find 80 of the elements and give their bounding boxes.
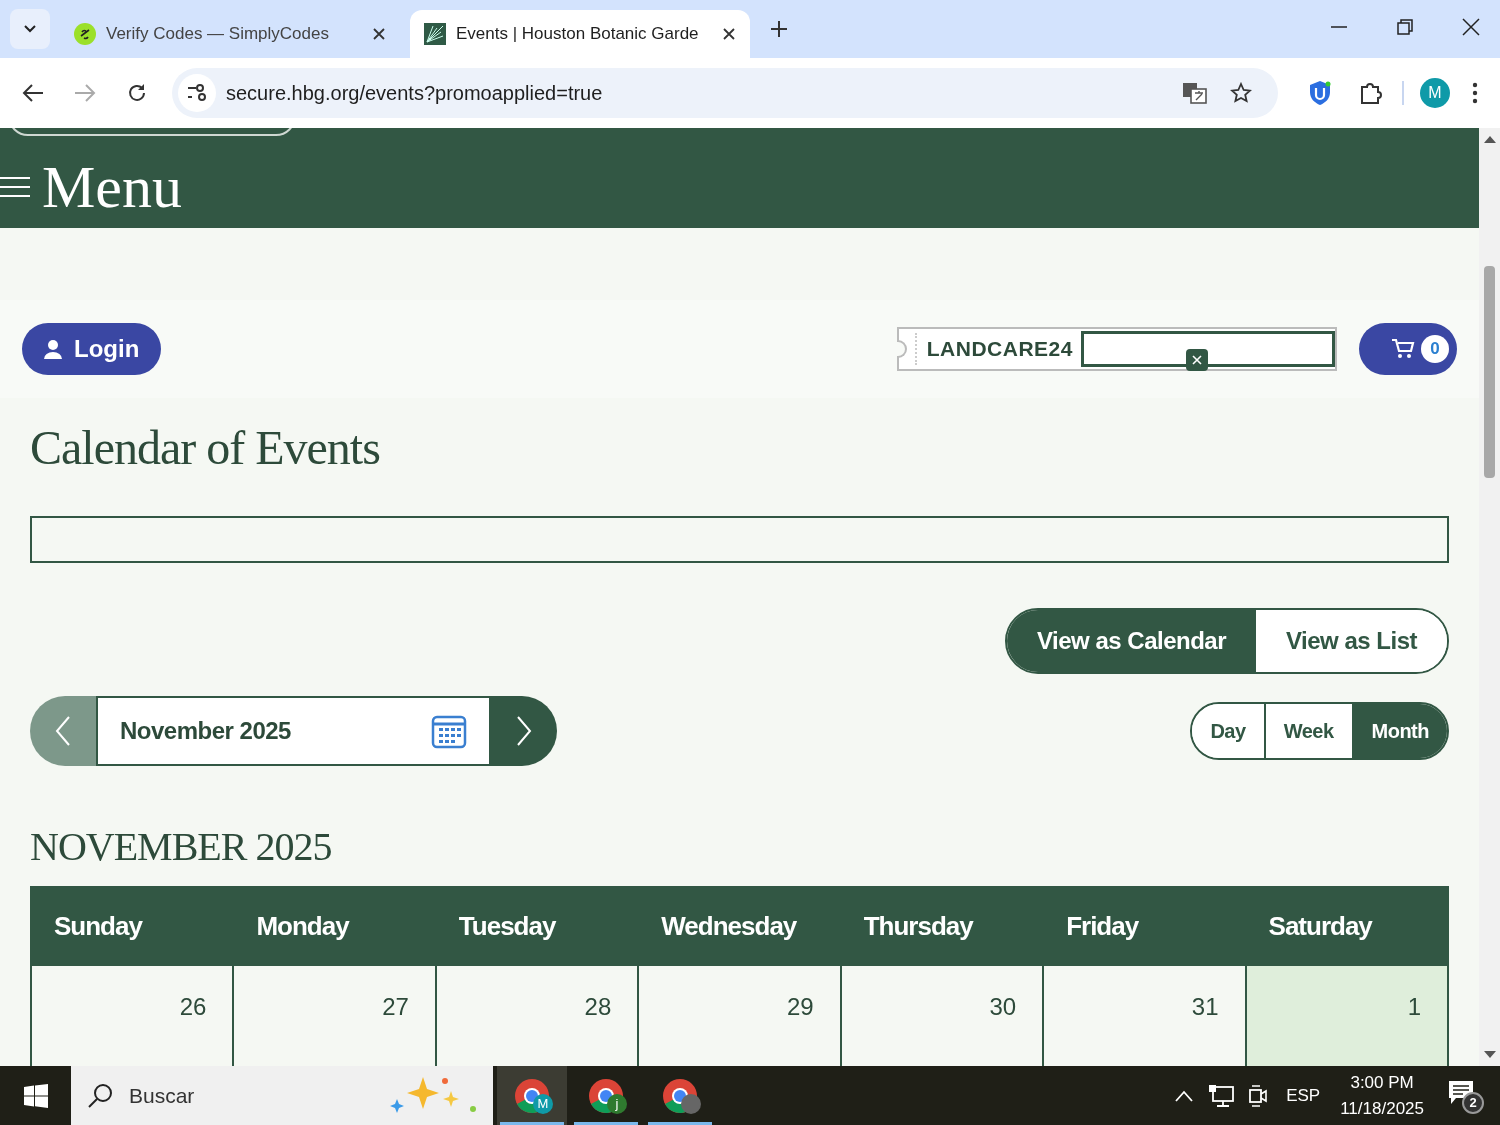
reload-icon[interactable] — [126, 82, 148, 104]
back-icon[interactable] — [22, 83, 44, 103]
promo-code: LANDCARE24 — [926, 336, 1073, 362]
shield-icon[interactable] — [1308, 80, 1332, 106]
chevron-right-icon — [516, 715, 532, 747]
month-field[interactable]: November 2025 — [96, 696, 491, 766]
menu-icon — [0, 174, 30, 199]
day-cell[interactable]: 27 — [234, 966, 435, 1066]
restore-icon[interactable] — [1396, 18, 1414, 36]
search-field[interactable] — [30, 516, 1449, 563]
month-field-text: November 2025 — [120, 716, 292, 746]
scrollbar[interactable] — [1479, 128, 1500, 1066]
leaf-icon — [424, 23, 446, 45]
cart-icon — [1391, 337, 1415, 360]
language-indicator[interactable]: ESP — [1286, 1082, 1321, 1109]
app-badge: j — [607, 1094, 627, 1114]
range-tab[interactable]: Day — [1192, 704, 1264, 758]
chevron-up-icon[interactable] — [1174, 1089, 1195, 1102]
search-placeholder: Buscar — [129, 1082, 196, 1109]
puzzle-icon[interactable] — [1358, 81, 1382, 105]
promo-input-field[interactable] — [1080, 330, 1335, 367]
network-icon[interactable] — [1208, 1083, 1235, 1108]
view-toggle[interactable]: View as Calendar — [1007, 610, 1257, 672]
next-month-button[interactable] — [491, 696, 557, 766]
time: 3:00 PM — [1350, 1071, 1414, 1094]
cart-button[interactable]: 0 — [1359, 322, 1457, 375]
weekday-header: Wednesday — [661, 909, 797, 943]
close-icon[interactable] — [722, 27, 736, 41]
notification-count: 2 — [1462, 1091, 1484, 1114]
calendar-icon[interactable] — [431, 713, 467, 749]
address-bar[interactable]: secure.hbg.org/events?promoapplied=true — [172, 68, 1278, 118]
tab-title: Events | Houston Botanic Garde — [456, 23, 700, 46]
chevron-left-icon — [55, 715, 71, 747]
weekday-header: Friday — [1066, 909, 1139, 943]
avatar-icon — [681, 1094, 701, 1114]
remove-code-button[interactable] — [1186, 348, 1208, 371]
notifications-button[interactable]: 2 — [1448, 1075, 1482, 1116]
range-tab[interactable]: Month — [1351, 704, 1447, 758]
day-cell[interactable]: 29 — [639, 966, 840, 1066]
close-icon[interactable] — [372, 27, 386, 41]
weekday-header: Tuesday — [458, 909, 556, 943]
search-icon — [87, 1082, 113, 1109]
weekday-header: Monday — [256, 909, 349, 943]
user-icon — [44, 338, 62, 359]
cart-count: 0 — [1421, 334, 1449, 363]
page-heading: Calendar of Events — [30, 420, 381, 476]
view-toggle[interactable]: View as List — [1256, 610, 1447, 672]
day-cell[interactable]: 30 — [841, 966, 1043, 1066]
date: 11/18/2025 — [1340, 1097, 1424, 1120]
translate-icon[interactable] — [1182, 81, 1208, 105]
weekday-header: Saturday — [1268, 909, 1372, 943]
browser-tab[interactable]: Events | Houston Botanic Garde — [410, 10, 750, 58]
clock[interactable]: 3:00 PM 11/18/2025 — [1340, 1069, 1424, 1122]
weekday-header: Sunday — [54, 909, 142, 943]
star-icon[interactable] — [1230, 82, 1252, 104]
close-icon — [1192, 354, 1202, 365]
tab-title: Verify Codes — SimplyCodes — [106, 23, 330, 46]
site-info-icon[interactable] — [178, 74, 216, 112]
day-cell[interactable]: 31 — [1044, 966, 1245, 1066]
chevron-down-icon — [23, 24, 37, 34]
new-tab-icon[interactable] — [770, 20, 788, 38]
close-icon[interactable] — [1462, 18, 1480, 36]
month-title: NOVEMBER 2025 — [30, 824, 333, 870]
login-button[interactable]: Login — [22, 322, 162, 375]
range-tab[interactable]: Week — [1263, 704, 1352, 758]
menu-button[interactable]: Menu — [0, 151, 182, 222]
weekday-header: Thursday — [863, 909, 973, 943]
camera-icon[interactable] — [1248, 1082, 1269, 1109]
link-icon — [74, 23, 96, 45]
previous-month-button[interactable] — [30, 696, 96, 766]
app-badge: M — [533, 1094, 553, 1114]
browser-tab[interactable]: Verify Codes — SimplyCodes — [60, 10, 400, 58]
url-text: secure.hbg.org/events?promoapplied=true — [226, 81, 604, 106]
taskbar-app[interactable]: j — [571, 1066, 641, 1125]
more-icon[interactable] — [1472, 82, 1478, 104]
day-cell[interactable]: 26 — [32, 966, 233, 1066]
day-cell[interactable]: 28 — [436, 966, 638, 1066]
day-cell[interactable]: 1 — [1246, 966, 1447, 1066]
windows-logo-icon — [23, 1083, 48, 1108]
taskbar-search-field[interactable]: Buscar — [71, 1066, 493, 1125]
